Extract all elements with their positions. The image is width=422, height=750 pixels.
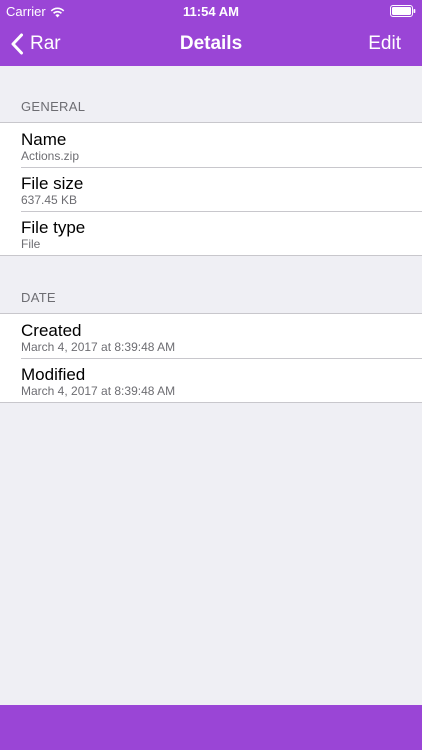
row-created[interactable]: Created March 4, 2017 at 8:39:48 AM [0, 314, 422, 358]
details-content: GENERAL Name Actions.zip File size 637.4… [0, 66, 422, 403]
row-file-size[interactable]: File size 637.45 KB [0, 167, 422, 211]
navigation-bar: Rar Details Edit [0, 22, 422, 66]
date-group: Created March 4, 2017 at 8:39:48 AM Modi… [0, 313, 422, 403]
row-modified[interactable]: Modified March 4, 2017 at 8:39:48 AM [0, 358, 422, 402]
details-screen: Carrier 11:54 AM Rar Details Edit GENERA… [0, 0, 422, 750]
row-title: Modified [21, 365, 86, 384]
row-value: File [21, 237, 41, 251]
row-value: 637.45 KB [21, 193, 78, 207]
status-time: 11:54 AM [183, 4, 239, 19]
status-bar: Carrier 11:54 AM [0, 0, 422, 22]
row-file-type[interactable]: File type File [0, 211, 422, 255]
row-title: Created [21, 321, 82, 340]
row-value: March 4, 2017 at 8:39:48 AM [21, 384, 176, 398]
edit-button[interactable]: Edit [368, 22, 401, 66]
row-title: File type [21, 218, 86, 237]
row-title: Name [21, 130, 67, 149]
bottom-toolbar [0, 705, 422, 750]
page-title: Details [179, 33, 243, 54]
row-title: File size [21, 174, 84, 193]
row-value: March 4, 2017 at 8:39:48 AM [21, 340, 176, 354]
row-name[interactable]: Name Actions.zip [0, 123, 422, 167]
section-header-date: DATE [21, 290, 56, 305]
general-group: Name Actions.zip File size 637.45 KB Fil… [0, 122, 422, 256]
row-value: Actions.zip [21, 149, 80, 163]
battery-icon [390, 5, 416, 17]
top-bar: Carrier 11:54 AM Rar Details Edit [0, 0, 422, 66]
section-header-general: GENERAL [21, 99, 86, 114]
